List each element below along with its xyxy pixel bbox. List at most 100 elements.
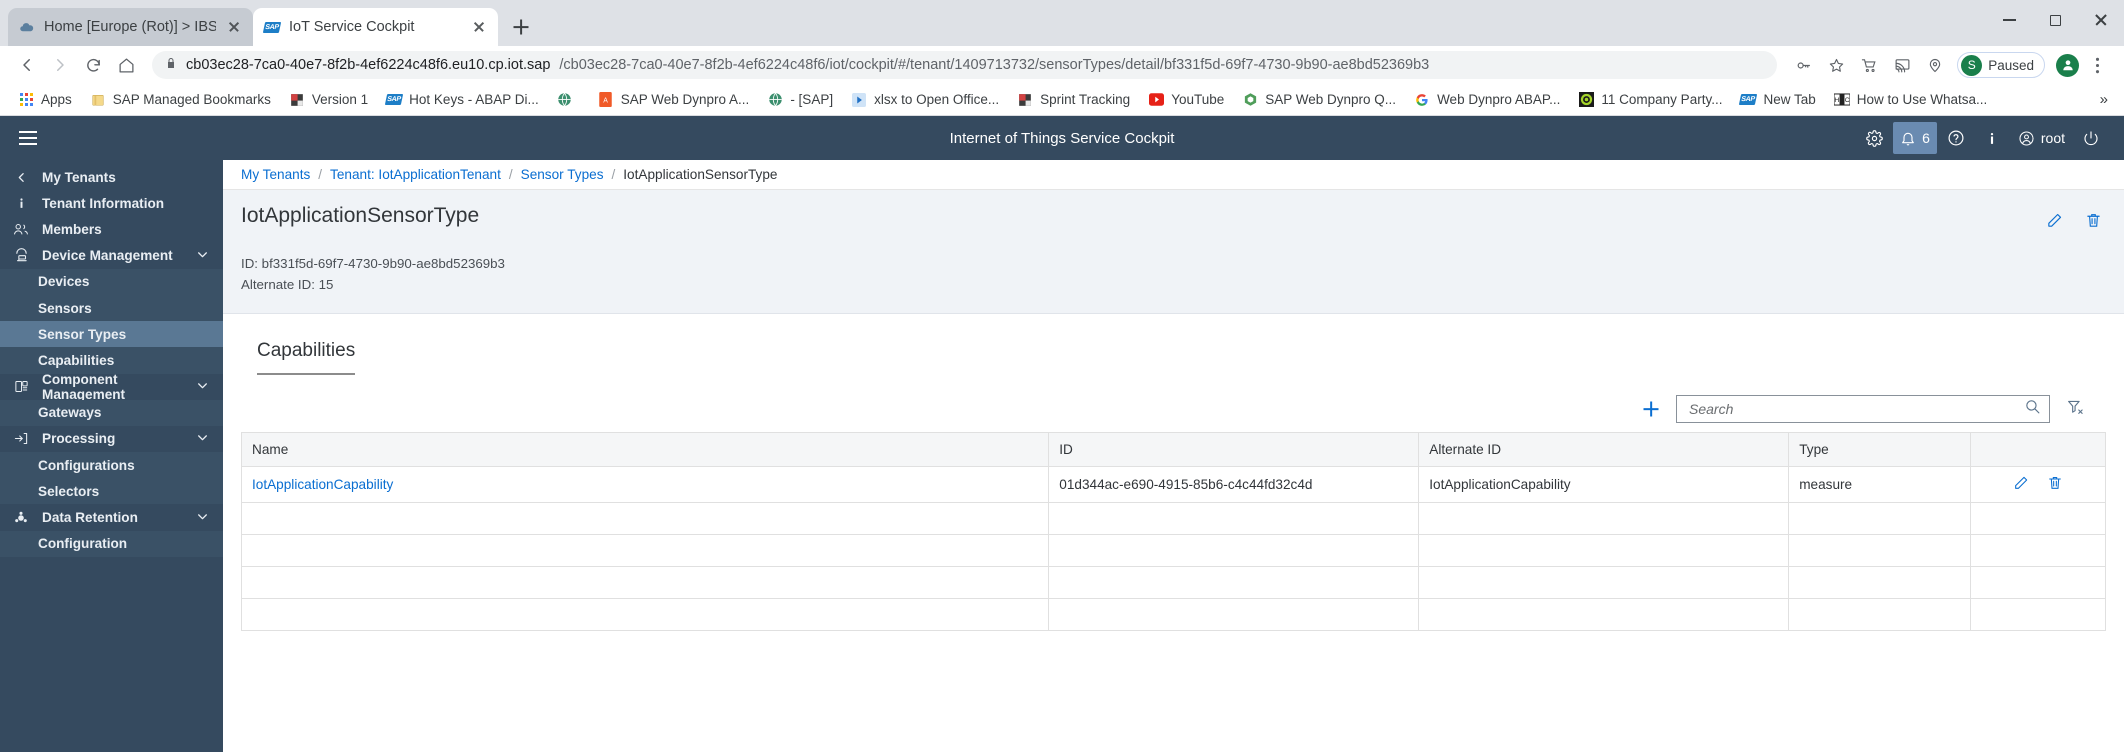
- new-tab-button[interactable]: [506, 12, 536, 42]
- minimize-button[interactable]: [1986, 0, 2032, 40]
- profile-status-pill[interactable]: S Paused: [1957, 52, 2045, 78]
- power-icon[interactable]: [2074, 122, 2108, 154]
- bookmark-item[interactable]: SAP New Tab: [1732, 88, 1823, 112]
- bookmarks-overflow-button[interactable]: »: [2094, 87, 2114, 112]
- back-icon[interactable]: [12, 50, 42, 80]
- cell-empty: [240, 502, 1050, 536]
- column-header-alternate-id[interactable]: Alternate ID: [1418, 432, 1790, 468]
- chevron-left-icon: [10, 171, 32, 184]
- column-header-name[interactable]: Name: [240, 432, 1050, 468]
- sidebar-item-selectors[interactable]: Selectors: [0, 478, 223, 505]
- window-close-button[interactable]: [2078, 0, 2124, 40]
- bookmark-star-icon[interactable]: [1821, 50, 1851, 80]
- breadcrumb-item-tenant[interactable]: Tenant: IotApplicationTenant: [330, 167, 501, 182]
- location-pin-icon[interactable]: [1920, 50, 1950, 80]
- sidebar-item-label: Component Management: [42, 371, 126, 402]
- trash-icon[interactable]: [2085, 212, 2102, 234]
- bookmark-label: Hot Keys - ABAP Di...: [409, 92, 539, 107]
- bookmark-item[interactable]: SAP Web Dynpro Q...: [1234, 88, 1404, 112]
- sidebar-item-processing[interactable]: Processing: [0, 426, 223, 452]
- bookmark-item[interactable]: Version 1: [281, 88, 376, 112]
- bookmark-item[interactable]: SAP Managed Bookmarks: [82, 88, 279, 112]
- sidebar-item-configuration[interactable]: Configuration: [0, 530, 223, 557]
- table-row: [240, 502, 2106, 536]
- bookmark-item[interactable]: SAP Hot Keys - ABAP Di...: [378, 88, 547, 112]
- bookmark-label: New Tab: [1763, 92, 1816, 107]
- close-icon[interactable]: [225, 18, 243, 36]
- sidebar-item-gateways[interactable]: Gateways: [0, 399, 223, 426]
- clear-filter-icon[interactable]: [2062, 398, 2084, 421]
- bookmark-label: SAP Managed Bookmarks: [112, 92, 271, 107]
- browser-menu-icon[interactable]: [2082, 50, 2112, 80]
- search-field[interactable]: [1676, 395, 2050, 424]
- profile-avatar[interactable]: [2056, 53, 2079, 77]
- menu-toggle-button[interactable]: [0, 131, 56, 145]
- sidebar-item-device-management[interactable]: Device Management: [0, 243, 223, 269]
- address-bar[interactable]: cb03ec28-7ca0-40e7-8f2b-4ef6224c48f6.eu1…: [152, 51, 1778, 79]
- search-input[interactable]: [1689, 401, 2024, 418]
- bookmark-item[interactable]: A SAP Web Dynpro A...: [590, 88, 758, 112]
- capability-link[interactable]: IotApplicationCapability: [252, 477, 393, 492]
- maximize-button[interactable]: [2032, 0, 2078, 40]
- bookmark-item[interactable]: Web Dynpro ABAP...: [1406, 88, 1568, 112]
- info-icon[interactable]: [1975, 122, 2009, 154]
- cell-empty: [1970, 534, 2106, 568]
- bookmark-item[interactable]: YouTube: [1140, 88, 1232, 112]
- add-capability-button[interactable]: [1638, 396, 1664, 422]
- reload-icon[interactable]: [78, 50, 108, 80]
- browser-tab[interactable]: SAP IoT Service Cockpit: [253, 8, 498, 46]
- sidebar-item-label: Capabilities: [38, 352, 115, 368]
- forward-icon[interactable]: [45, 50, 75, 80]
- column-header-type[interactable]: Type: [1788, 432, 1972, 468]
- detail-alternate-id: Alternate ID: 15: [241, 276, 334, 292]
- htc-icon: HC: [1833, 92, 1850, 108]
- cell-actions: [1970, 466, 2106, 504]
- gear-icon[interactable]: [1857, 122, 1891, 154]
- browser-tab[interactable]: Home [Europe (Rot)] > IBSO-ATC: [8, 8, 253, 46]
- table-row: [240, 598, 2106, 632]
- sidebar-item-configurations[interactable]: Configurations: [0, 452, 223, 479]
- capabilities-section: Capabilities Search Name ID Alternate ID…: [223, 314, 2124, 632]
- sidebar-item-members[interactable]: Members: [0, 216, 223, 242]
- sap-icon: SAP: [262, 21, 281, 33]
- pencil-icon[interactable]: [2013, 475, 2029, 494]
- table-row[interactable]: IotApplicationCapability 01d344ac-e690-4…: [240, 466, 2106, 504]
- sidebar-item-sensor-types[interactable]: Sensor Types: [0, 321, 223, 348]
- bookmark-item[interactable]: 11 Company Party...: [1570, 88, 1730, 112]
- bookmark-label: YouTube: [1171, 92, 1225, 107]
- sidebar-item-capabilities[interactable]: Capabilities: [0, 347, 223, 374]
- bookmark-item[interactable]: Sprint Tracking: [1009, 88, 1138, 112]
- trash-icon[interactable]: [2047, 475, 2063, 494]
- breadcrumb-item-sensor-types[interactable]: Sensor Types: [521, 167, 604, 182]
- column-header-id[interactable]: ID: [1048, 432, 1420, 468]
- sidebar-item-label: Sensors: [38, 300, 92, 316]
- cast-icon[interactable]: [1887, 50, 1917, 80]
- user-menu-button[interactable]: root: [2011, 122, 2072, 154]
- cell-empty: [240, 534, 1050, 568]
- chevron-down-icon: [196, 431, 209, 447]
- pencil-icon[interactable]: [2046, 212, 2063, 234]
- sidebar-item-label: Devices: [38, 274, 90, 290]
- bookmark-item[interactable]: - [SAP]: [759, 88, 841, 112]
- sidebar-item-my-tenants[interactable]: My Tenants: [0, 164, 223, 190]
- sidebar-item-data-retention[interactable]: Data Retention: [0, 504, 223, 530]
- cell-empty: [1970, 502, 2106, 536]
- bookmark-apps[interactable]: Apps: [10, 88, 80, 112]
- home-icon[interactable]: [111, 50, 141, 80]
- bookmark-item[interactable]: xlsx to Open Office...: [843, 88, 1007, 112]
- breadcrumb-item-my-tenants[interactable]: My Tenants: [241, 167, 310, 182]
- sidebar-item-devices[interactable]: Devices: [0, 268, 223, 295]
- notifications-button[interactable]: 6: [1893, 122, 1937, 154]
- bookmark-item[interactable]: HC How to Use Whatsa...: [1826, 88, 1996, 112]
- sidebar-item-tenant-information[interactable]: Tenant Information: [0, 190, 223, 216]
- key-icon[interactable]: [1788, 50, 1818, 80]
- page-title: IotApplicationSensorType: [241, 204, 480, 227]
- bookmark-item[interactable]: [549, 88, 588, 112]
- sidebar-item-sensors[interactable]: Sensors: [0, 294, 223, 322]
- url-path: /cb03ec28-7ca0-40e7-8f2b-4ef6224c48f6/io…: [559, 57, 1430, 73]
- shopping-cart-icon[interactable]: [1854, 50, 1884, 80]
- magnifier-icon[interactable]: [2024, 398, 2041, 420]
- sidebar-item-component-management[interactable]: Component Management: [0, 371, 223, 402]
- close-icon[interactable]: [470, 18, 488, 36]
- help-icon[interactable]: [1939, 122, 1973, 154]
